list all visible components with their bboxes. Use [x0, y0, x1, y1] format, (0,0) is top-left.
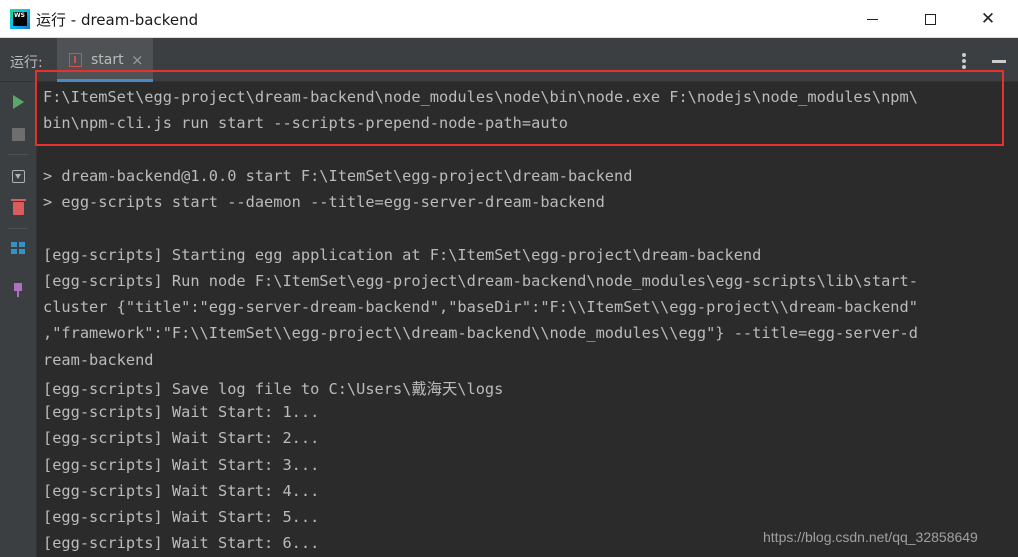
minimize-icon	[866, 18, 878, 20]
console-line: > dream-backend@1.0.0 start F:\ItemSet\e…	[43, 167, 633, 185]
console-line: [egg-scripts] Run node F:\ItemSet\egg-pr…	[43, 272, 918, 290]
console-line: > egg-scripts start --daemon --title=egg…	[43, 193, 605, 211]
toolbar-divider	[8, 154, 28, 155]
layout-icon	[11, 242, 25, 254]
rerun-icon	[12, 95, 24, 109]
run-left-toolbar	[0, 82, 37, 557]
console-output[interactable]: F:\ItemSet\egg-project\dream-backend\nod…	[38, 82, 1018, 557]
console-line: [egg-scripts] Starting egg application a…	[43, 246, 762, 264]
console-line: [egg-scripts] Wait Start: 2...	[43, 429, 320, 447]
highlight-annotation-box	[35, 70, 1004, 146]
window-title: 运行 - dream-backend	[36, 11, 199, 29]
console-line: [egg-scripts] Wait Start: 1...	[43, 403, 320, 421]
scroll-to-end-icon	[11, 169, 25, 183]
pin-icon	[13, 283, 23, 297]
minimize-button[interactable]	[843, 0, 901, 38]
console-line: [egg-scripts] Wait Start: 6...	[43, 534, 320, 552]
toolbar-divider	[8, 228, 28, 229]
window-titlebar: WS 运行 - dream-backend ✕	[0, 0, 1018, 38]
maximize-icon	[924, 13, 936, 25]
csdn-watermark: https://blog.csdn.net/qq_32858649	[763, 529, 978, 545]
scroll-to-end-button[interactable]	[8, 166, 28, 186]
console-line: [egg-scripts] Wait Start: 3...	[43, 456, 320, 474]
console-line: cluster {"title":"egg-server-dream-backe…	[43, 298, 918, 316]
webstorm-app-icon: WS	[10, 9, 30, 29]
maximize-button[interactable]	[901, 0, 959, 38]
console-line: [egg-scripts] Wait Start: 4...	[43, 482, 320, 500]
app-icon-text: WS	[13, 12, 27, 26]
more-options-icon[interactable]	[962, 53, 968, 69]
rerun-button[interactable]	[8, 92, 28, 112]
clear-icon	[10, 198, 26, 215]
console-line: ,"framework":"F:\\ItemSet\\egg-project\\…	[43, 324, 918, 342]
console-line: ream-backend	[43, 351, 154, 369]
pin-button[interactable]	[8, 280, 28, 300]
npm-script-icon	[69, 53, 82, 67]
stop-icon	[11, 127, 25, 141]
clear-button[interactable]	[8, 198, 28, 218]
hide-panel-icon[interactable]	[992, 60, 1006, 63]
layout-button[interactable]	[8, 238, 28, 258]
close-icon: ✕	[980, 9, 996, 29]
console-line: [egg-scripts] Save log file to C:\Users\…	[43, 380, 504, 398]
stop-button[interactable]	[8, 124, 28, 144]
tab-label: start	[91, 52, 124, 68]
console-line: [egg-scripts] Wait Start: 5...	[43, 508, 320, 526]
run-panel-label: 运行:	[10, 55, 43, 71]
tab-close-icon[interactable]: ×	[131, 51, 144, 69]
close-window-button[interactable]: ✕	[959, 0, 1017, 38]
